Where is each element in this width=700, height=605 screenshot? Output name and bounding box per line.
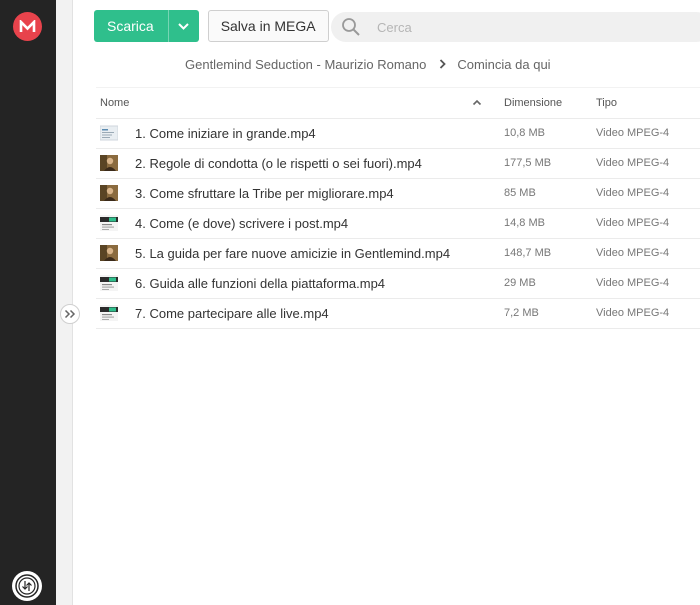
toolbar: Scarica Salva in MEGA [94, 9, 329, 43]
file-type: Video MPEG-4 [596, 277, 670, 289]
file-size: 7,2 MB [504, 307, 539, 319]
video-thumbnail-icon [100, 305, 118, 321]
download-options-button[interactable] [167, 10, 199, 42]
video-thumbnail-icon [100, 215, 118, 231]
sort-up-icon[interactable] [472, 98, 482, 106]
video-thumbnail-icon [100, 185, 118, 201]
table-row[interactable]: 1. Come iniziare in grande.mp4 10,8 MB Vid… [96, 119, 700, 149]
file-size: 85 MB [504, 187, 536, 199]
video-thumbnail-icon [100, 155, 118, 171]
video-thumbnail-icon [100, 275, 118, 291]
collapsed-side-panel [56, 0, 73, 605]
file-name[interactable]: 4. Come (e dove) scrivere i post.mp4 [135, 216, 348, 231]
video-thumbnail-icon [99, 125, 119, 141]
table-row[interactable]: 6. Guida alle funzioni della piattaforma… [96, 269, 700, 299]
search-input[interactable] [375, 18, 659, 36]
table-row[interactable]: 3. Come sfruttare la Tribe per migliorar… [96, 179, 700, 209]
download-button[interactable]: Scarica [94, 10, 199, 42]
download-label[interactable]: Scarica [94, 10, 168, 42]
file-type: Video MPEG-4 [596, 217, 670, 229]
file-size: 14,8 MB [504, 217, 545, 229]
chevron-right-icon [439, 59, 447, 69]
file-name[interactable]: 2. Regole di condotta (o le rispetti o s… [135, 156, 422, 171]
breadcrumb-current: Comincia da qui [457, 56, 551, 72]
expand-chevrons-icon[interactable] [60, 304, 80, 324]
file-name[interactable]: 1. Come iniziare in grande.mp4 [135, 126, 316, 141]
transfer-manager-icon[interactable] [12, 571, 42, 601]
file-size: 177,5 MB [504, 157, 552, 169]
file-type: Video MPEG-4 [596, 127, 670, 139]
file-size: 148,7 MB [504, 247, 552, 259]
table-row[interactable]: 4. Come (e dove) scrivere i post.mp4 14,8… [96, 209, 700, 239]
file-type: Video MPEG-4 [596, 307, 670, 319]
file-table: Nome Dimensione Tipo 1. Come iniziare in… [96, 87, 700, 329]
column-header-type[interactable]: Tipo [596, 97, 617, 109]
mega-logo-icon[interactable] [13, 12, 42, 41]
file-size: 29 MB [504, 277, 536, 289]
search-icon [342, 18, 360, 36]
chevron-down-icon [178, 22, 189, 30]
table-row[interactable]: 7. Come partecipare alle live.mp4 7,2 MB V… [96, 299, 700, 329]
file-type: Video MPEG-4 [596, 157, 670, 169]
table-header: Nome Dimensione Tipo [96, 87, 700, 119]
breadcrumb-parent[interactable]: Gentlemind Seduction - Maurizio Romano [185, 57, 426, 72]
video-thumbnail-icon [100, 245, 118, 261]
file-name[interactable]: 6. Guida alle funzioni della piattaforma… [135, 276, 385, 291]
file-size: 10,8 MB [504, 127, 545, 139]
breadcrumb: Gentlemind Seduction - Maurizio Romano C… [185, 56, 551, 72]
table-row[interactable]: 2. Regole di condotta (o le rispetti o s… [96, 149, 700, 179]
table-row[interactable]: 5. La guida per fare nuove amicizie in G… [96, 239, 700, 269]
file-type: Video MPEG-4 [596, 187, 670, 199]
file-name[interactable]: 5. La guida per fare nuove amicizie in G… [135, 246, 450, 261]
file-name[interactable]: 3. Come sfruttare la Tribe per migliorar… [135, 186, 394, 201]
left-sidebar [0, 0, 56, 605]
search-bar[interactable] [331, 12, 700, 42]
column-header-size[interactable]: Dimensione [504, 97, 562, 109]
save-to-mega-button[interactable]: Salva in MEGA [207, 10, 329, 42]
file-name[interactable]: 7. Come partecipare alle live.mp4 [135, 306, 329, 321]
column-header-name[interactable]: Nome [100, 97, 129, 109]
file-type: Video MPEG-4 [596, 247, 670, 259]
table-body: 1. Come iniziare in grande.mp4 10,8 MB Vid… [96, 119, 700, 329]
